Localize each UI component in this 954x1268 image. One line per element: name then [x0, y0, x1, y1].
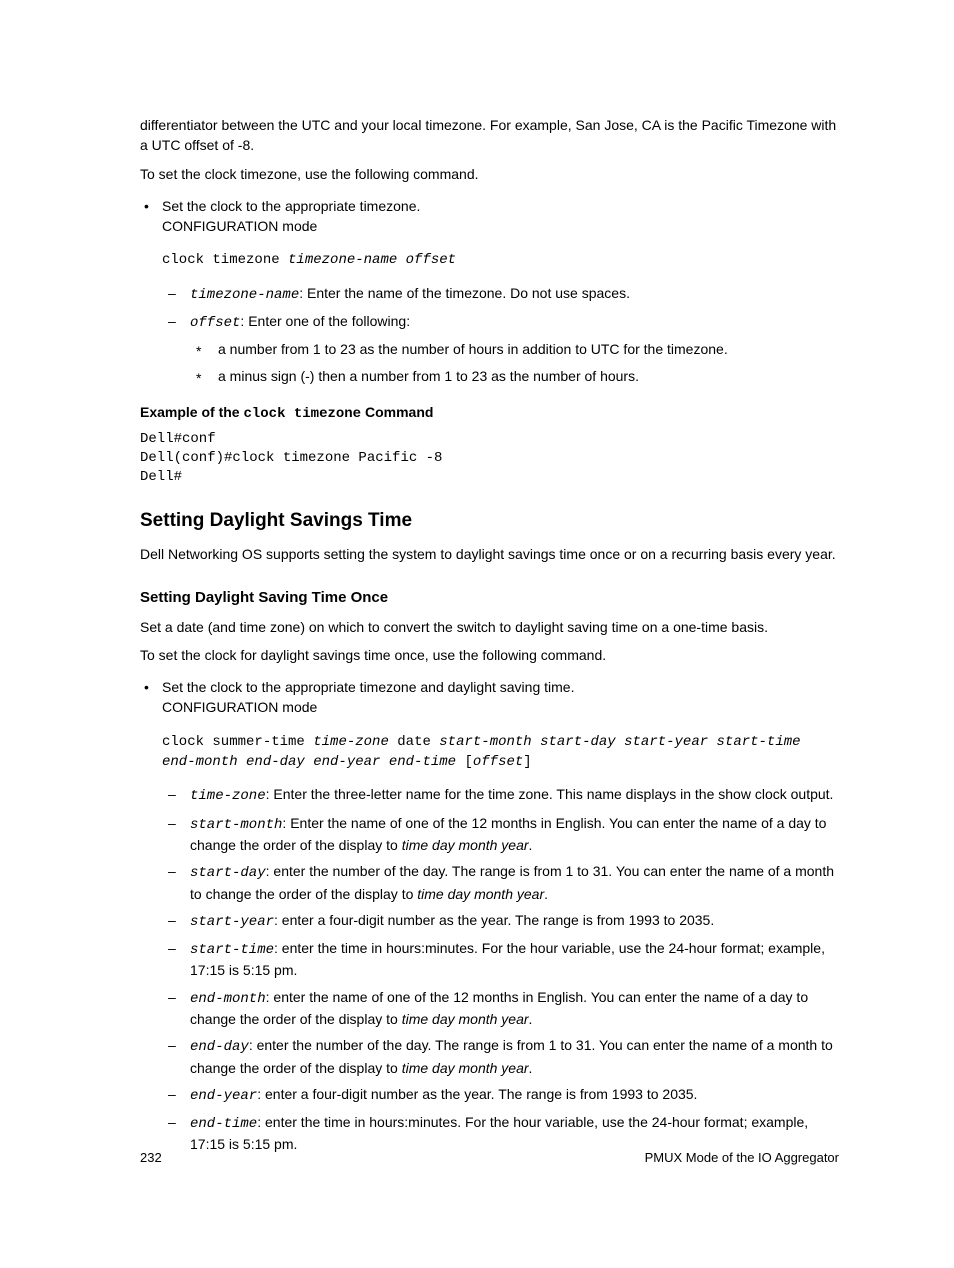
tz-param2-name: offset	[190, 315, 240, 331]
tz-offset-opt2: a minus sign (-) then a number from 1 to…	[190, 366, 839, 386]
dst-line1: Set the clock to the appropriate timezon…	[162, 679, 574, 695]
dst-param-start-month: start-month: Enter the name of one of th…	[162, 813, 839, 856]
timezone-bullet-item: Set the clock to the appropriate timezon…	[140, 196, 839, 386]
example-heading-suffix: Command	[361, 404, 433, 420]
dst-paragraph-2: Set a date (and time zone) on which to c…	[140, 617, 839, 637]
dst-param-start-time: start-time: enter the time in hours:minu…	[162, 938, 839, 981]
tz-param1-name: timezone-name	[190, 287, 299, 303]
dst-bullet-list: Set the clock to the appropriate timezon…	[140, 677, 839, 1155]
dst-param-end-day: end-day: enter the number of the day. Th…	[162, 1035, 839, 1078]
timezone-bullet-list: Set the clock to the appropriate timezon…	[140, 196, 839, 386]
example-code-block: Dell#conf Dell(conf)#clock timezone Paci…	[140, 430, 839, 487]
dst-once-heading: Setting Daylight Saving Time Once	[140, 587, 839, 609]
page: differentiator between the UTC and your …	[0, 0, 954, 1268]
dst-param-end-month: end-month: enter the name of one of the …	[162, 987, 839, 1030]
example-heading: Example of the clock timezone Command	[140, 402, 839, 424]
tz-offset-opt1: a number from 1 to 23 as the number of h…	[190, 339, 839, 359]
tz-command: clock timezone timezone-name offset	[162, 250, 839, 270]
tz-line1: Set the clock to the appropriate timezon…	[162, 198, 420, 214]
tz-param-1: timezone-name: Enter the name of the tim…	[162, 283, 839, 305]
dst-command: clock summer-time time-zone date start-m…	[162, 732, 839, 773]
dst-cmd-l2d: ]	[523, 754, 531, 770]
dst-paragraph-3: To set the clock for daylight savings ti…	[140, 645, 839, 665]
dst-param-list: time-zone: Enter the three-letter name f…	[162, 784, 839, 1154]
dst-cmd-l1c: date	[389, 734, 439, 750]
dst-param-start-day: start-day: enter the number of the day. …	[162, 861, 839, 904]
tz-param2-desc: : Enter one of the following:	[240, 313, 410, 329]
tz-param-2: offset: Enter one of the following: a nu…	[162, 311, 839, 386]
tz-cmd-prefix: clock timezone	[162, 252, 288, 268]
page-number: 232	[140, 1149, 162, 1168]
dst-paragraph-1: Dell Networking OS supports setting the …	[140, 544, 839, 564]
footer-title: PMUX Mode of the IO Aggregator	[645, 1149, 839, 1168]
intro-paragraph-2: To set the clock timezone, use the follo…	[140, 164, 839, 184]
dst-cmd-l1b: time-zone	[313, 734, 389, 750]
example-heading-prefix: Example of the	[140, 404, 243, 420]
dst-param-start-year: start-year: enter a four-digit number as…	[162, 910, 839, 932]
tz-offset-options: a number from 1 to 23 as the number of h…	[190, 339, 839, 386]
page-footer: 232 PMUX Mode of the IO Aggregator	[140, 1149, 839, 1168]
tz-param-list: timezone-name: Enter the name of the tim…	[162, 283, 839, 386]
example-heading-cmd: clock timezone	[243, 406, 361, 422]
dst-cmd-l1d: start-month start-day start-year start-t…	[439, 734, 800, 750]
tz-cmd-args: timezone-name offset	[288, 252, 456, 268]
dst-cmd-l2a: end-month end-day end-year end-time	[162, 754, 456, 770]
dst-cmd-l1a: clock summer-time	[162, 734, 313, 750]
dst-heading: Setting Daylight Savings Time	[140, 507, 839, 535]
dst-cmd-l2b: [	[456, 754, 473, 770]
dst-param-end-year: end-year: enter a four-digit number as t…	[162, 1084, 839, 1106]
tz-param1-desc: : Enter the name of the timezone. Do not…	[299, 285, 630, 301]
dst-param-time-zone: time-zone: Enter the three-letter name f…	[162, 784, 839, 806]
dst-cmd-l2c: offset	[473, 754, 523, 770]
dst-line2: CONFIGURATION mode	[162, 699, 317, 715]
intro-paragraph-1: differentiator between the UTC and your …	[140, 115, 839, 156]
dst-bullet-item: Set the clock to the appropriate timezon…	[140, 677, 839, 1155]
tz-line2: CONFIGURATION mode	[162, 218, 317, 234]
